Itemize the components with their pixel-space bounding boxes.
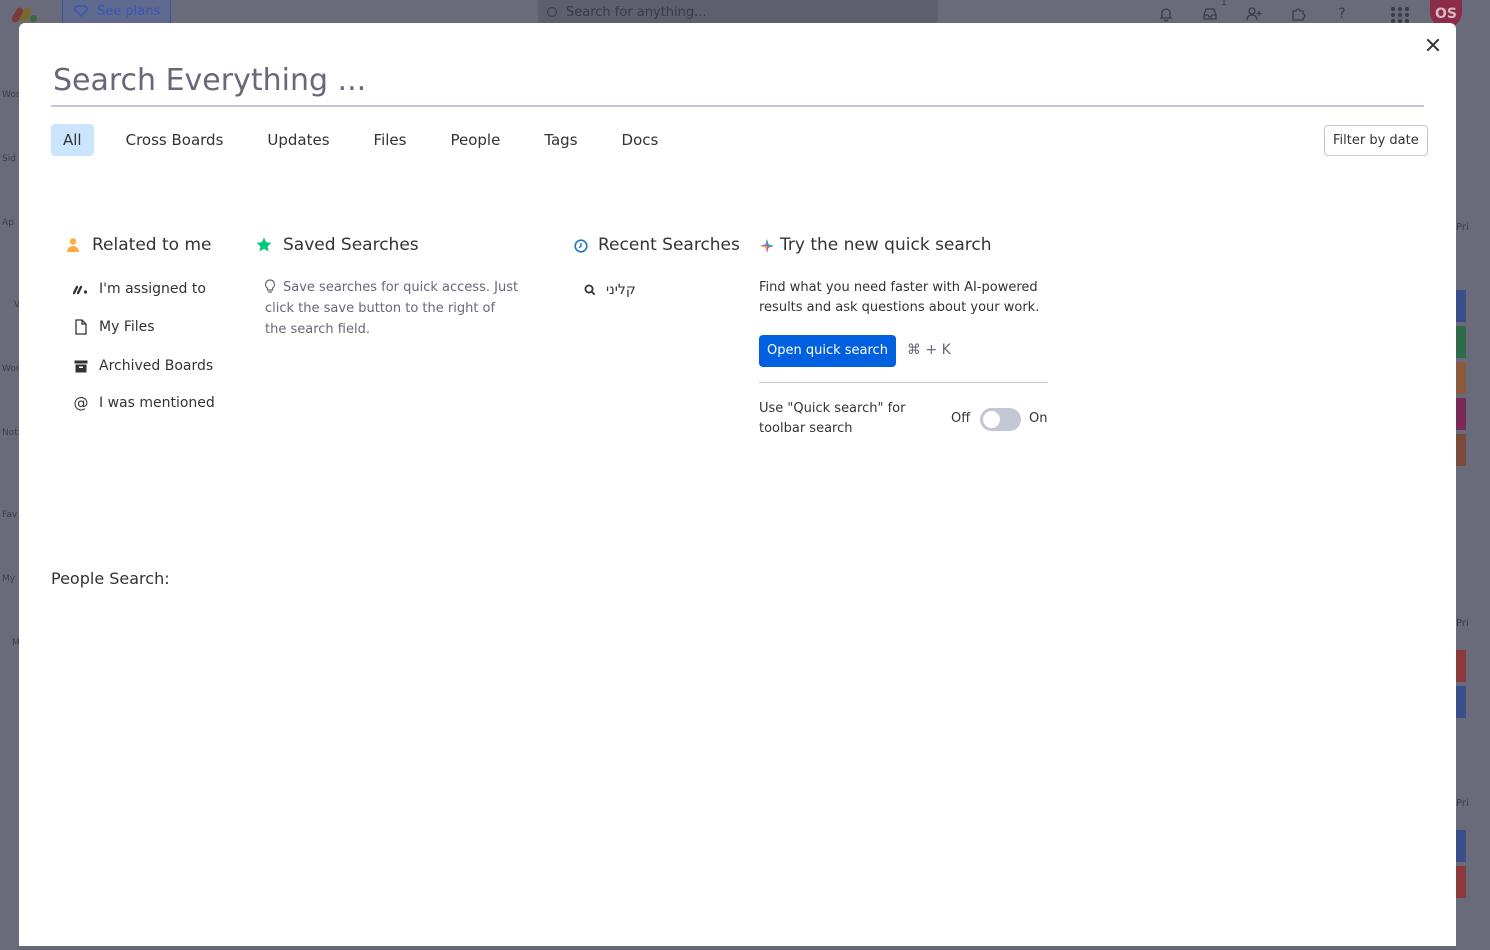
puzzle-icon[interactable]	[1290, 6, 1306, 22]
my-files-link[interactable]: My Files	[73, 319, 155, 335]
tab-files[interactable]: Files	[362, 124, 419, 156]
background-board-edge: Pri Pri Pri	[1456, 28, 1490, 950]
board-status-chip	[1456, 830, 1466, 862]
quick-search-section: Try the new quick search	[760, 232, 992, 258]
at-sign-icon: @	[73, 394, 89, 412]
sidebar-label: Sid	[2, 154, 16, 164]
related-to-me-title: Related to me	[92, 235, 212, 255]
apps-grid-icon[interactable]	[1390, 6, 1410, 23]
search-everything-modal: All Cross Boards Updates Files People Ta…	[19, 23, 1456, 946]
tab-tags[interactable]: Tags	[532, 124, 589, 156]
file-icon	[73, 319, 89, 335]
board-column-label: Pri	[1456, 618, 1469, 629]
monday-logo	[10, 5, 42, 24]
see-plans-label: See plans	[97, 4, 161, 19]
sparkle-icon	[760, 238, 774, 253]
bell-icon[interactable]	[1158, 6, 1174, 22]
open-quick-search-button[interactable]: Open quick search	[759, 335, 896, 367]
quick-search-description: Find what you need faster with AI-powere…	[759, 280, 1040, 315]
saved-searches-hint: Save searches for quick access. Just cli…	[265, 280, 519, 337]
search-tabs: All Cross Boards Updates Files People Ta…	[51, 124, 690, 156]
board-status-chip	[1456, 290, 1466, 322]
related-item-label: I'm assigned to	[99, 281, 206, 297]
toggle-off-label: Off	[951, 411, 971, 426]
related-item-label: I was mentioned	[99, 395, 215, 411]
keyboard-shortcut: ⌘ + K	[907, 342, 951, 358]
tab-docs[interactable]: Docs	[610, 124, 671, 156]
saved-searches-title: Saved Searches	[283, 235, 419, 255]
related-item-label: Archived Boards	[99, 358, 214, 374]
search-icon	[547, 7, 557, 17]
close-icon[interactable]	[1421, 33, 1445, 57]
board-status-chip	[1456, 866, 1466, 898]
recent-search-label: קליני	[606, 282, 636, 298]
board-status-chip	[1456, 326, 1466, 358]
person-icon	[64, 236, 82, 254]
archived-boards-link[interactable]: Archived Boards	[73, 358, 213, 374]
toolbar-search-toggle-label: Use "Quick search" for toolbar search	[759, 401, 906, 436]
sidebar-label: Fav	[2, 510, 18, 520]
search-icon	[584, 284, 596, 296]
filter-by-date-button[interactable]: Filter by date	[1324, 125, 1428, 156]
board-column-label: Pri	[1456, 222, 1469, 233]
star-icon	[255, 236, 273, 254]
monday-logo-icon	[72, 281, 89, 297]
sidebar-label: Not	[2, 428, 18, 438]
quick-search-toggle[interactable]	[980, 408, 1021, 431]
see-plans-button[interactable]: See plans	[62, 0, 172, 24]
related-item-label: My Files	[99, 319, 155, 335]
mentioned-link[interactable]: @ I was mentioned	[73, 395, 215, 411]
recent-searches-title: Recent Searches	[598, 235, 740, 255]
help-icon[interactable]: ?	[1334, 6, 1350, 22]
board-status-chip	[1456, 686, 1466, 718]
inbox-count: 1	[1221, 0, 1227, 8]
saved-searches-section: Saved Searches	[255, 232, 419, 258]
board-status-chip	[1456, 650, 1466, 682]
search-everything-input[interactable]	[51, 55, 1424, 107]
inbox-icon[interactable]	[1202, 6, 1218, 22]
tab-cross-boards[interactable]: Cross Boards	[114, 124, 236, 156]
toggle-knob	[983, 411, 1000, 428]
board-status-chip	[1456, 362, 1466, 394]
recent-searches-section: Recent Searches	[574, 232, 740, 258]
assigned-to-me-link[interactable]: I'm assigned to	[72, 281, 206, 297]
sidebar-label: Wor	[2, 364, 20, 374]
sidebar-label: Wor	[2, 90, 20, 100]
quick-search-title: Try the new quick search	[780, 235, 992, 255]
toggle-on-label: On	[1029, 411, 1048, 426]
sidebar-label: Ap	[2, 218, 14, 228]
background-sidebar: Wor Sid Ap V Wor Not Fav My M	[0, 28, 20, 950]
divider	[759, 382, 1048, 383]
tab-all[interactable]: All	[51, 124, 94, 156]
archive-icon	[73, 358, 89, 374]
tab-people[interactable]: People	[438, 124, 512, 156]
people-search-title: People Search:	[51, 569, 170, 588]
board-status-chip	[1456, 434, 1466, 466]
sidebar-label: My	[2, 574, 16, 584]
board-column-label: Pri	[1456, 798, 1469, 809]
background-search-placeholder: Search for anything...	[566, 5, 707, 20]
recent-search-item[interactable]: קליני	[584, 282, 636, 298]
diamond-icon	[74, 5, 88, 17]
related-to-me-section: Related to me I'm assigned to My Files A…	[64, 232, 215, 411]
clock-icon	[574, 238, 588, 253]
board-status-chip	[1456, 398, 1466, 430]
invite-user-icon[interactable]	[1246, 6, 1262, 22]
tab-updates[interactable]: Updates	[255, 124, 341, 156]
